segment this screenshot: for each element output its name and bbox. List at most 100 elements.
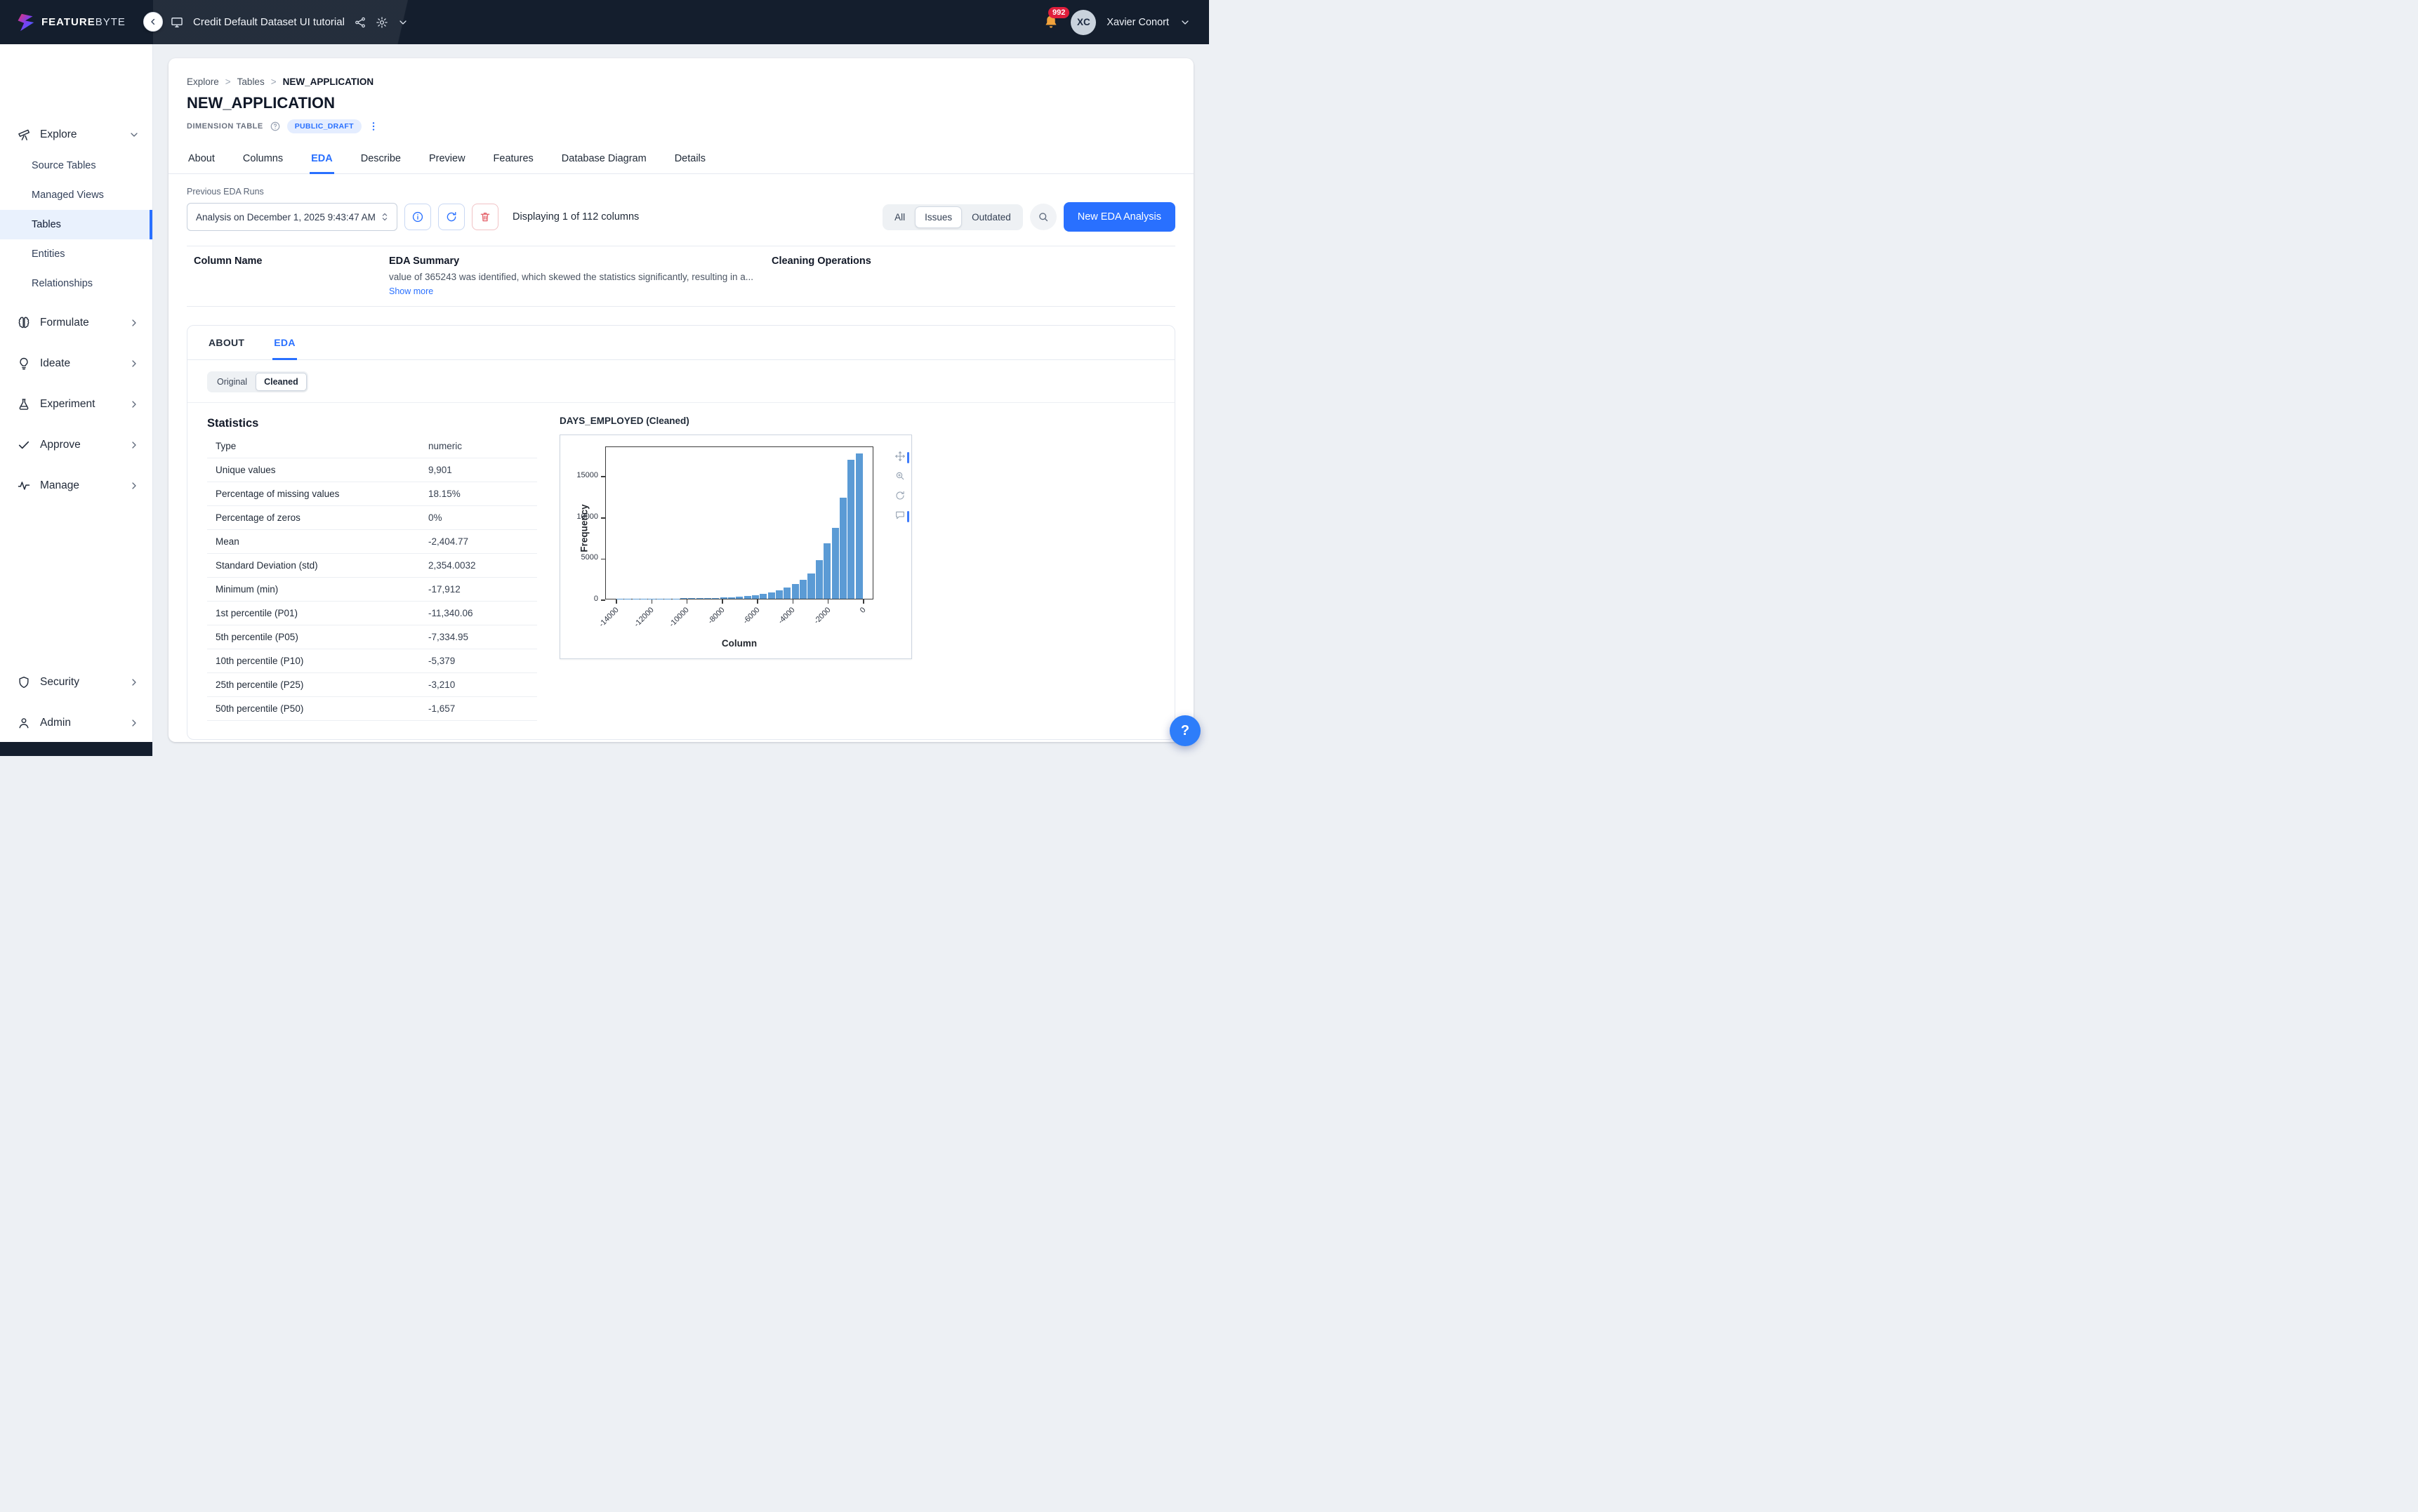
stat-row: Percentage of zeros0% bbox=[207, 506, 537, 530]
filter-outdated[interactable]: Outdated bbox=[962, 206, 1021, 228]
x-tick-label: -10000 bbox=[668, 606, 691, 629]
toolbar-indicator bbox=[907, 511, 909, 522]
tab-database-diagram[interactable]: Database Diagram bbox=[560, 145, 648, 174]
help-circle-icon[interactable] bbox=[270, 121, 281, 132]
stat-row: Unique values9,901 bbox=[207, 458, 537, 482]
stat-label: Minimum (min) bbox=[216, 584, 428, 595]
avatar[interactable]: XC bbox=[1071, 10, 1096, 35]
tab-details[interactable]: Details bbox=[673, 145, 707, 174]
breadcrumb-item[interactable]: Tables bbox=[237, 77, 265, 87]
help-button[interactable]: ? bbox=[1170, 715, 1201, 746]
histogram-bar bbox=[712, 598, 719, 599]
y-tick-label: 0 bbox=[560, 595, 598, 603]
tooltip-icon[interactable] bbox=[894, 510, 906, 521]
sidebar-bottom-nav: Security Admin bbox=[0, 666, 152, 742]
delete-button[interactable] bbox=[472, 204, 498, 230]
histogram-bar bbox=[807, 573, 814, 599]
sidebar-item-formulate[interactable]: Formulate bbox=[0, 307, 152, 339]
eda-summary-cell: value of 365243 was identified, which sk… bbox=[389, 272, 772, 296]
user-menu-chevron-icon[interactable] bbox=[1180, 17, 1191, 28]
stat-label: Standard Deviation (std) bbox=[216, 560, 428, 571]
pan-icon[interactable] bbox=[894, 451, 906, 462]
kebab-menu-icon[interactable] bbox=[368, 121, 379, 132]
stat-value: -11,340.06 bbox=[428, 608, 537, 618]
show-more-link[interactable]: Show more bbox=[389, 286, 772, 296]
stat-row: Typenumeric bbox=[207, 435, 537, 458]
detail-tab-about[interactable]: ABOUT bbox=[207, 326, 246, 360]
chevron-down-icon bbox=[128, 129, 140, 140]
filter-all[interactable]: All bbox=[885, 206, 915, 228]
breadcrumb-item[interactable]: Explore bbox=[187, 77, 219, 87]
shield-icon bbox=[17, 675, 31, 689]
sidebar-nav: ExploreSource TablesManaged ViewsTablesE… bbox=[0, 44, 152, 502]
tab-eda[interactable]: EDA bbox=[310, 145, 334, 174]
histogram-bar bbox=[768, 592, 775, 599]
eda-controls-row: Analysis on December 1, 2025 9:43:47 AM bbox=[187, 202, 1175, 232]
histogram-bar bbox=[800, 580, 807, 599]
gear-icon[interactable] bbox=[376, 16, 388, 29]
telescope-icon bbox=[17, 128, 31, 142]
brand-logo[interactable]: FEATUREBYTE bbox=[0, 13, 153, 32]
brand-name-bold: FEATURE bbox=[41, 16, 95, 28]
column-detail-panel: ABOUTEDA OriginalCleaned Statistics Type… bbox=[187, 325, 1175, 740]
sidebar-item-experiment[interactable]: Experiment bbox=[0, 388, 152, 420]
columns-table-header: Column NameEDA SummaryCleaning Operation… bbox=[187, 246, 1175, 270]
info-button[interactable] bbox=[404, 204, 431, 230]
tab-features[interactable]: Features bbox=[492, 145, 535, 174]
reset-view-icon[interactable] bbox=[894, 490, 906, 501]
breadcrumb-item: NEW_APPLICATION bbox=[283, 77, 374, 87]
variant-original[interactable]: Original bbox=[209, 373, 256, 391]
stat-value: 9,901 bbox=[428, 465, 537, 475]
sidebar-item-explore[interactable]: Explore bbox=[0, 119, 152, 151]
histogram-bar bbox=[688, 598, 695, 599]
sidebar-item-manage[interactable]: Manage bbox=[0, 470, 152, 502]
histogram-bar bbox=[696, 598, 703, 599]
table-meta-row: DIMENSION TABLE PUBLIC_DRAFT bbox=[187, 119, 1175, 133]
new-eda-analysis-button[interactable]: New EDA Analysis bbox=[1064, 202, 1175, 232]
sidebar-item-label: Formulate bbox=[40, 317, 89, 329]
stat-value: -1,657 bbox=[428, 703, 537, 714]
sidebar-item-ideate[interactable]: Ideate bbox=[0, 347, 152, 380]
tab-columns[interactable]: Columns bbox=[242, 145, 284, 174]
zoom-icon[interactable] bbox=[894, 470, 906, 482]
histogram-bar bbox=[680, 598, 687, 599]
person-icon bbox=[17, 716, 31, 730]
sidebar-item-approve[interactable]: Approve bbox=[0, 429, 152, 461]
chevron-down-icon[interactable] bbox=[397, 17, 409, 28]
filter-issues[interactable]: Issues bbox=[915, 206, 962, 228]
table-header-cleaning-operations: Cleaning Operations bbox=[772, 256, 1168, 267]
detail-tab-eda[interactable]: EDA bbox=[272, 326, 296, 360]
workspace-title: Credit Default Dataset UI tutorial bbox=[193, 16, 345, 28]
sidebar-item-relationships[interactable]: Relationships bbox=[0, 269, 152, 298]
chevron-right-icon bbox=[128, 399, 140, 410]
stat-label: Type bbox=[216, 441, 428, 451]
columns-table-row[interactable]: value of 365243 was identified, which sk… bbox=[187, 270, 1175, 307]
y-tick-label: 5000 bbox=[560, 553, 598, 562]
sidebar-collapse-button[interactable] bbox=[143, 12, 163, 32]
tab-about[interactable]: About bbox=[187, 145, 216, 174]
sidebar-item-source-tables[interactable]: Source Tables bbox=[0, 151, 152, 180]
y-tick bbox=[601, 476, 605, 477]
trash-icon bbox=[479, 211, 491, 223]
share-icon[interactable] bbox=[354, 16, 366, 29]
eda-run-select[interactable]: Analysis on December 1, 2025 9:43:47 AM bbox=[187, 203, 397, 231]
sidebar-item-security[interactable]: Security bbox=[0, 666, 152, 698]
tab-describe[interactable]: Describe bbox=[359, 145, 402, 174]
stat-label: Percentage of missing values bbox=[216, 489, 428, 499]
search-button[interactable] bbox=[1030, 204, 1057, 230]
variant-cleaned[interactable]: Cleaned bbox=[256, 373, 307, 391]
sidebar-item-entities[interactable]: Entities bbox=[0, 239, 152, 269]
x-tick-label: -4000 bbox=[777, 606, 797, 625]
notifications-button[interactable]: 992 bbox=[1042, 13, 1060, 32]
stat-row: 50th percentile (P50)-1,657 bbox=[207, 697, 537, 721]
sidebar-item-admin[interactable]: Admin bbox=[0, 707, 152, 739]
sidebar-item-tables[interactable]: Tables bbox=[0, 210, 152, 239]
sidebar-item-managed-views[interactable]: Managed Views bbox=[0, 180, 152, 210]
tab-preview[interactable]: Preview bbox=[428, 145, 467, 174]
refresh-button[interactable] bbox=[438, 204, 465, 230]
stat-row: 25th percentile (P25)-3,210 bbox=[207, 673, 537, 697]
eda-summary-text: value of 365243 was identified, which sk… bbox=[389, 272, 772, 282]
x-tick-label: 0 bbox=[859, 606, 868, 615]
stat-label: Unique values bbox=[216, 465, 428, 475]
stat-value: 2,354.0032 bbox=[428, 560, 537, 571]
